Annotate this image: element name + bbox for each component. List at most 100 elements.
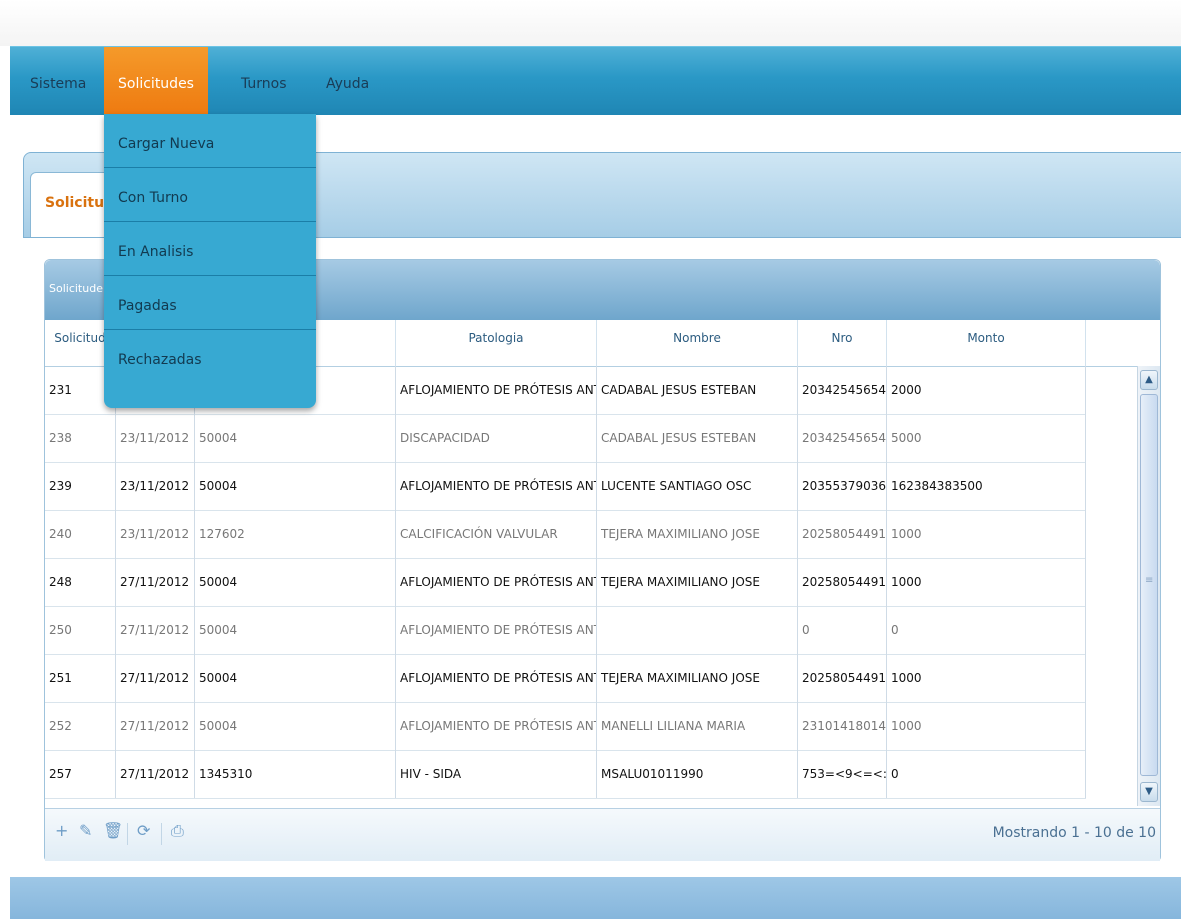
cell-monto: 1000	[887, 654, 1086, 702]
cell-monto: 1000	[887, 702, 1086, 750]
header-monto[interactable]: Monto	[887, 320, 1086, 366]
cell-solicitud: 251	[45, 654, 116, 702]
menu-bar: Sistema Solicitudes Turnos Ayuda	[10, 46, 1181, 115]
cell-nombre: TEJERA MAXIMILIANO JOSE	[597, 654, 798, 702]
cell-nro: 20258054491	[798, 558, 887, 606]
menu-rechazadas[interactable]: Rechazadas	[104, 330, 316, 383]
cell-patologia: AFLOJAMIENTO DE PRÓTESIS ANT	[396, 606, 597, 654]
cell-monto: 0	[887, 750, 1086, 798]
cell-monto: 1000	[887, 510, 1086, 558]
cell-nombre: TEJERA MAXIMILIANO JOSE	[597, 558, 798, 606]
refresh-icon[interactable]: ⟳	[137, 821, 150, 840]
menu-cargar-nueva[interactable]: Cargar Nueva	[104, 114, 316, 168]
add-icon[interactable]: +	[55, 821, 68, 840]
grip-icon: ≡	[1145, 575, 1154, 586]
grid-footer: + ✎ 🗑 ⟳ ⎙ Mostrando 1 - 10 de 10	[45, 808, 1160, 861]
cell-patologia: AFLOJAMIENTO DE PRÓTESIS ANT	[396, 654, 597, 702]
cell-patologia: HIV - SIDA	[396, 750, 597, 798]
table-row[interactable]: 248 27/11/2012 50004 AFLOJAMIENTO DE PRÓTES…	[45, 558, 1086, 607]
cell-monto: 1000	[887, 558, 1086, 606]
cell-nro: 20258054491	[798, 654, 887, 702]
cell-patologia: AFLOJAMIENTO DE PRÓTESIS ANT	[396, 462, 597, 510]
cell-fecha: 23/11/2012	[116, 462, 195, 510]
table-row[interactable]: 240 23/11/2012 127602 CALCIFICACIÓN VALVULA…	[45, 510, 1086, 559]
scroll-thumb[interactable]: ≡	[1140, 394, 1158, 776]
cell-nro: 20342545654	[798, 414, 887, 462]
menu-solicitudes[interactable]: Solicitudes	[104, 47, 208, 115]
menu-en-analisis[interactable]: En Analisis	[104, 222, 316, 276]
header-nro[interactable]: Nro	[798, 320, 887, 366]
cell-nombre	[597, 606, 798, 654]
cell-codigo: 1345310	[195, 750, 396, 798]
delete-icon[interactable]: 🗑	[103, 821, 123, 840]
cell-patologia: CALCIFICACIÓN VALVULAR	[396, 510, 597, 558]
scroll-up-icon[interactable]: ▲	[1140, 370, 1158, 390]
cell-solicitud: 252	[45, 702, 116, 750]
table-row[interactable]: 252 27/11/2012 50004 AFLOJAMIENTO DE PRÓTES…	[45, 702, 1086, 751]
cell-nombre: MANELLI LILIANA MARIA	[597, 702, 798, 750]
solicitudes-dropdown: Cargar Nueva Con Turno En Analisis Pagad…	[104, 114, 316, 408]
cell-monto: 0	[887, 606, 1086, 654]
menu-con-turno[interactable]: Con Turno	[104, 168, 316, 222]
scroll-down-icon[interactable]: ▼	[1140, 782, 1158, 802]
top-strip	[0, 0, 1181, 46]
cell-fecha: 27/11/2012	[116, 702, 195, 750]
cell-nro: 20258054491	[798, 510, 887, 558]
cell-monto: 162384383500	[887, 462, 1086, 510]
cell-nro: 23101418014	[798, 702, 887, 750]
cell-patologia: DISCAPACIDAD	[396, 414, 597, 462]
cell-codigo: 50004	[195, 702, 396, 750]
vertical-scrollbar[interactable]: ▲ ≡ ▼	[1137, 366, 1160, 806]
cell-monto: 2000	[887, 366, 1086, 414]
cell-fecha: 23/11/2012	[116, 414, 195, 462]
cell-nro: 20342545654	[798, 366, 887, 414]
menu-ayuda[interactable]: Ayuda	[326, 47, 369, 115]
header-nombre[interactable]: Nombre	[597, 320, 798, 366]
menu-turnos[interactable]: Turnos	[241, 47, 287, 115]
cell-solicitud: 238	[45, 414, 116, 462]
cell-nro: 0	[798, 606, 887, 654]
cell-patologia: AFLOJAMIENTO DE PRÓTESIS ANT	[396, 702, 597, 750]
bottom-bar	[10, 877, 1181, 919]
cell-patologia: AFLOJAMIENTO DE PRÓTESIS ANT	[396, 558, 597, 606]
cell-codigo: 50004	[195, 606, 396, 654]
toolbar-separator	[127, 823, 128, 845]
cell-solicitud: 257	[45, 750, 116, 798]
cell-nombre: CADABAL JESUS ESTEBAN	[597, 366, 798, 414]
table-row[interactable]: 250 27/11/2012 50004 AFLOJAMIENTO DE PRÓTES…	[45, 606, 1086, 655]
cell-nro: 20355379036	[798, 462, 887, 510]
cell-nombre: CADABAL JESUS ESTEBAN	[597, 414, 798, 462]
edit-icon[interactable]: ✎	[79, 821, 92, 840]
cell-patologia: AFLOJAMIENTO DE PRÓTESIS ANT	[396, 366, 597, 414]
cell-solicitud: 240	[45, 510, 116, 558]
cell-solicitud: 248	[45, 558, 116, 606]
tab-label: Solicitu	[45, 195, 105, 211]
pager-info: Mostrando 1 - 10 de 10	[992, 825, 1156, 841]
menu-pagadas[interactable]: Pagadas	[104, 276, 316, 330]
cell-solicitud: 250	[45, 606, 116, 654]
grid-caption: Solicitude	[49, 282, 103, 295]
cell-codigo: 50004	[195, 414, 396, 462]
cell-fecha: 27/11/2012	[116, 558, 195, 606]
table-row[interactable]: 257 27/11/2012 1345310 HIV - SIDA MSALU01011…	[45, 750, 1086, 799]
cell-codigo: 50004	[195, 654, 396, 702]
print-icon[interactable]: ⎙	[171, 821, 184, 841]
cell-fecha: 27/11/2012	[116, 750, 195, 798]
menu-sistema[interactable]: Sistema	[30, 47, 86, 115]
cell-nombre: TEJERA MAXIMILIANO JOSE	[597, 510, 798, 558]
cell-fecha: 27/11/2012	[116, 606, 195, 654]
cell-codigo: 50004	[195, 462, 396, 510]
table-row[interactable]: 239 23/11/2012 50004 AFLOJAMIENTO DE PRÓTES…	[45, 462, 1086, 511]
cell-solicitud: 239	[45, 462, 116, 510]
cell-nro: 753=<9<=<:=	[798, 750, 887, 798]
header-patologia[interactable]: Patologia	[396, 320, 597, 366]
cell-monto: 5000	[887, 414, 1086, 462]
cell-fecha: 27/11/2012	[116, 654, 195, 702]
cell-nombre: LUCENTE SANTIAGO OSC	[597, 462, 798, 510]
toolbar-separator	[161, 823, 162, 845]
table-row[interactable]: 251 27/11/2012 50004 AFLOJAMIENTO DE PRÓTES…	[45, 654, 1086, 703]
cell-codigo: 127602	[195, 510, 396, 558]
cell-nombre: MSALU01011990	[597, 750, 798, 798]
table-row[interactable]: 238 23/11/2012 50004 DISCAPACIDAD CADABAL JE…	[45, 414, 1086, 463]
cell-codigo: 50004	[195, 558, 396, 606]
